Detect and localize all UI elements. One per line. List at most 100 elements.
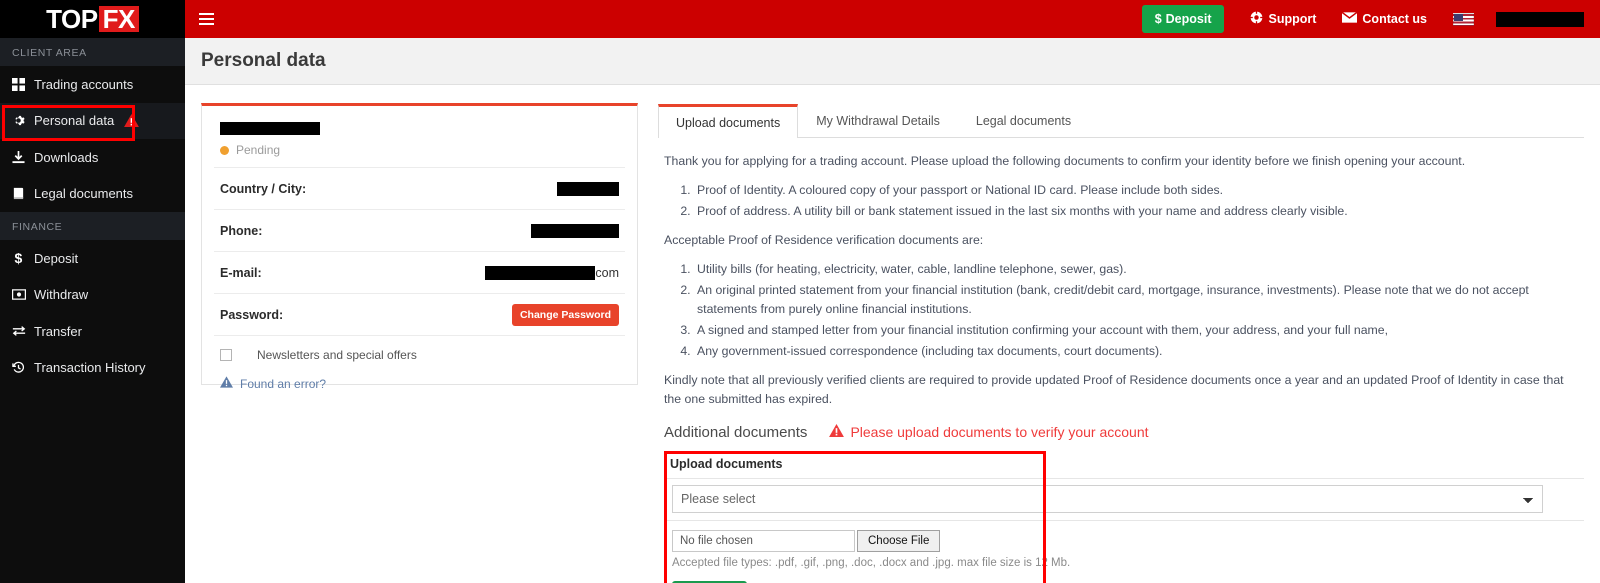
email-domain-suffix: com — [595, 265, 619, 280]
sidebar: TOP FX CLIENT AREA Trading accounts Perso… — [0, 0, 185, 583]
us-flag-icon[interactable] — [1453, 12, 1474, 26]
profile-row-label: Phone: — [220, 223, 263, 238]
residence-documents-list: Utility bills (for heating, electricity,… — [694, 260, 1584, 361]
status-badge: Pending — [214, 135, 625, 167]
newsletter-row: Newsletters and special offers — [214, 335, 625, 373]
sidebar-item-label: Legal documents — [34, 186, 134, 202]
deposit-button[interactable]: $ Deposit — [1141, 5, 1225, 33]
list-item: A signed and stamped letter from your fi… — [694, 321, 1584, 340]
instructions-intro: Thank you for applying for a trading acc… — [664, 154, 1466, 168]
tab-legal-documents[interactable]: Legal documents — [958, 103, 1089, 137]
warning-triangle-icon — [220, 375, 233, 393]
redacted-value — [557, 181, 619, 196]
kindly-note: Kindly note that all previously verified… — [664, 373, 1564, 407]
account-name-redacted — [1496, 11, 1584, 27]
exchange-icon — [12, 325, 34, 337]
sidebar-item-label: Transaction History — [34, 360, 146, 376]
documents-panel: Upload documents My Withdrawal Details L… — [658, 103, 1584, 583]
contact-us-link[interactable]: Contact us — [1341, 11, 1427, 26]
profile-row-label: Country / City: — [220, 181, 307, 196]
account-name-redacted-value — [220, 122, 320, 135]
list-item: Proof of Identity. A coloured copy of yo… — [694, 181, 1584, 200]
newsletter-checkbox[interactable] — [220, 348, 232, 361]
redacted-value — [485, 265, 596, 280]
sidebar-item-transaction-history[interactable]: Transaction History — [0, 350, 185, 387]
sidebar-item-withdraw[interactable]: Withdraw — [0, 277, 185, 314]
envelope-icon — [1341, 11, 1358, 26]
sidebar-item-label: Withdraw — [34, 287, 89, 303]
money-icon — [12, 289, 34, 301]
sidebar-item-legal-documents[interactable]: Legal documents — [0, 176, 185, 213]
sidebar-item-label: Deposit — [34, 250, 79, 266]
file-name-display: No file chosen — [672, 529, 855, 552]
found-error-row: Found an error? — [214, 373, 625, 395]
accepted-file-types-note: Accepted file types: .pdf, .gif, .png, .… — [672, 556, 1071, 569]
sidebar-item-label: Downloads — [34, 149, 99, 165]
sidebar-item-transfer[interactable]: Transfer — [0, 313, 185, 350]
found-error-link[interactable]: Found an error? — [240, 377, 326, 391]
list-item: Utility bills (for heating, electricity,… — [694, 260, 1584, 279]
profile-row-value: com — [485, 265, 619, 280]
choose-file-button[interactable]: Choose File — [857, 529, 941, 552]
top-header-bar: $ Deposit Support Contact us — [185, 0, 1600, 38]
sidebar-item-label: Personal data — [34, 113, 115, 129]
residence-heading: Acceptable Proof of Residence verificati… — [664, 233, 984, 248]
status-label: Pending — [236, 143, 281, 157]
list-item: Proof of address. A utility bill or bank… — [694, 202, 1584, 221]
instructions-block: Thank you for applying for a trading acc… — [658, 138, 1584, 410]
sidebar-item-personal-data[interactable]: Personal data — [0, 102, 185, 139]
grid-icon — [12, 77, 34, 91]
change-password-button[interactable]: Change Password — [511, 303, 619, 326]
profile-card: Pending Country / City: Phone: E-mail: c… — [201, 103, 638, 391]
sidebar-section-client-area: CLIENT AREA — [0, 38, 185, 66]
tab-upload-documents[interactable]: Upload documents — [658, 104, 799, 138]
file-input-row: No file chosen Choose File — [664, 521, 1584, 552]
redacted-value — [531, 223, 619, 238]
content-area: Pending Country / City: Phone: E-mail: c… — [185, 85, 1600, 583]
brand-logo[interactable]: TOP FX — [0, 0, 185, 38]
page-title: Personal data — [201, 50, 326, 71]
hamburger-icon[interactable] — [199, 13, 214, 25]
support-link[interactable]: Support — [1250, 11, 1316, 27]
sidebar-item-deposit[interactable]: $ Deposit — [0, 240, 185, 277]
verify-account-warning: Please upload documents to verify your a… — [829, 424, 1149, 441]
warning-triangle-icon — [829, 424, 845, 440]
logo-fx-text: FX — [98, 6, 139, 32]
dollar-icon: $ — [1154, 12, 1162, 26]
status-dot-icon — [220, 145, 229, 155]
gear-icon — [12, 114, 34, 127]
page-header: Personal data — [185, 38, 1600, 85]
warning-triangle-icon — [124, 114, 140, 128]
sidebar-item-label: Transfer — [34, 323, 82, 339]
profile-row-value — [531, 223, 619, 238]
contact-us-label: Contact us — [1362, 12, 1427, 26]
additional-documents-header: Additional documents Please upload docum… — [664, 424, 1584, 441]
document-type-row: Please select — [664, 477, 1584, 521]
sidebar-item-trading-accounts[interactable]: Trading accounts — [0, 66, 185, 103]
list-item: An original printed statement from your … — [694, 281, 1584, 319]
sidebar-item-label: Trading accounts — [34, 76, 134, 92]
book-icon — [12, 187, 34, 200]
support-link-label: Support — [1268, 12, 1317, 26]
history-icon — [12, 361, 34, 374]
top-header-actions: $ Deposit Support Contact us — [1141, 5, 1584, 33]
upload-form: Upload documents Please select No file c… — [664, 450, 1584, 583]
deposit-button-label: Deposit — [1165, 12, 1212, 26]
tab-my-withdrawal-details[interactable]: My Withdrawal Details — [798, 103, 958, 137]
tab-bar: Upload documents My Withdrawal Details L… — [658, 103, 1584, 138]
sidebar-item-downloads[interactable]: Downloads — [0, 139, 185, 176]
dollar-icon: $ — [12, 251, 34, 265]
svg-text:$: $ — [15, 251, 23, 265]
newsletter-label: Newsletters and special offers — [257, 347, 417, 362]
profile-row-label: E-mail: — [220, 265, 262, 280]
profile-row-value — [557, 181, 619, 196]
verify-account-warning-label: Please upload documents to verify your a… — [850, 424, 1149, 441]
sidebar-section-finance: FINANCE — [0, 212, 185, 240]
additional-documents-title: Additional documents — [664, 423, 808, 441]
app-root: TOP FX CLIENT AREA Trading accounts Perso… — [0, 0, 1600, 583]
document-type-select[interactable]: Please select — [672, 484, 1543, 513]
required-documents-list: Proof of Identity. A coloured copy of yo… — [694, 181, 1584, 221]
profile-row-phone: Phone: — [214, 209, 625, 251]
download-icon — [12, 150, 34, 164]
logo-top-text: TOP — [46, 4, 98, 34]
